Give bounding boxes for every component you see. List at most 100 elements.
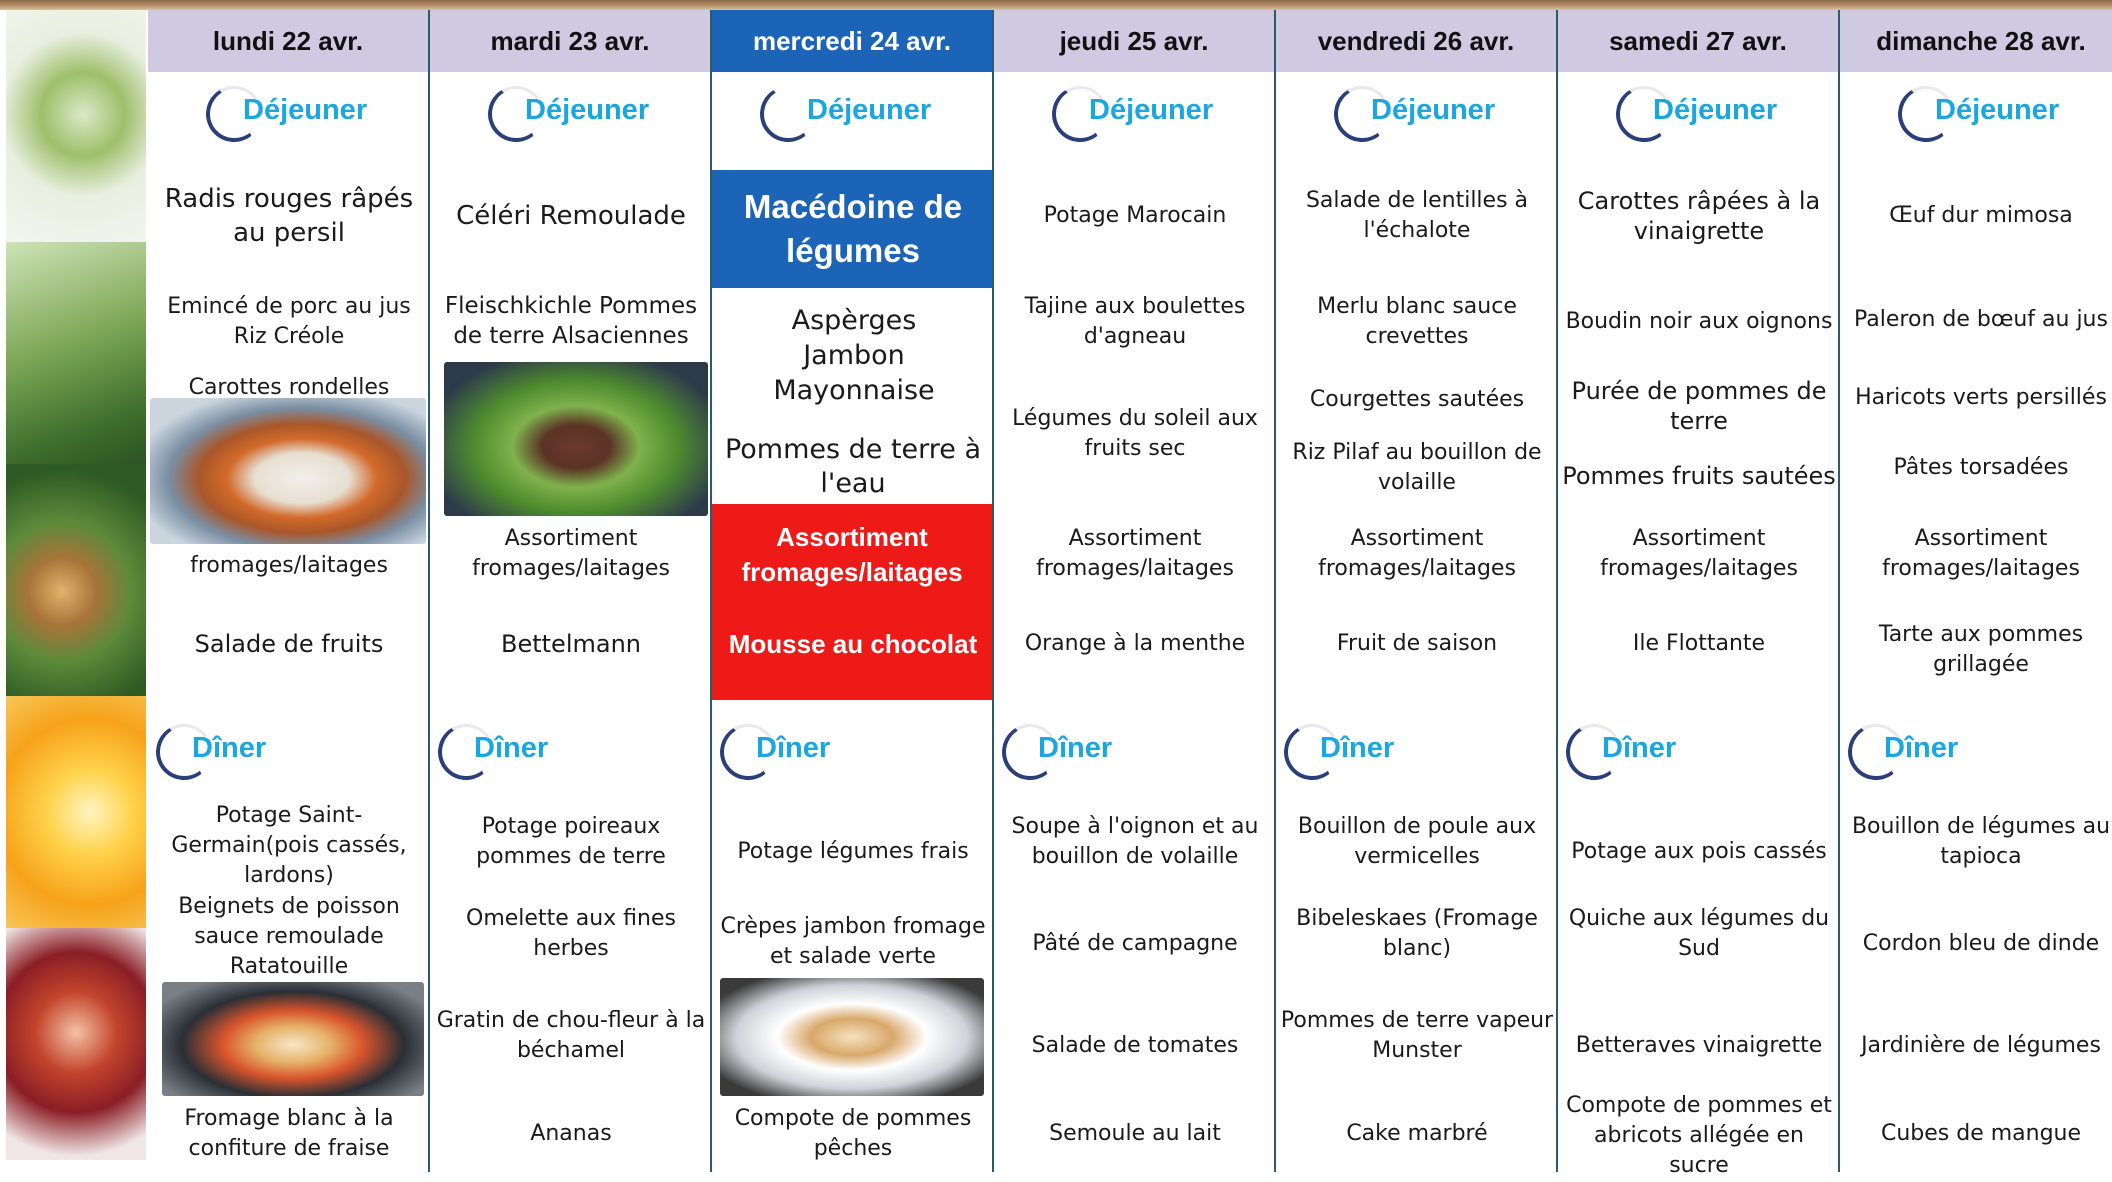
menu-item: Salade de tomates xyxy=(1031,1033,1239,1058)
menu-item: Fruit de saison xyxy=(1336,631,1498,656)
menu-item: Aspèrges Jambon Mayonnaise xyxy=(773,304,935,406)
dinner-heading: Dîner xyxy=(712,718,994,785)
dish-photo xyxy=(162,982,424,1096)
menu-item: fromages/laitages xyxy=(190,553,388,578)
menu-item: Quiche aux légumes du Sud xyxy=(1568,906,1830,961)
day-header: jeudi 25 avr. xyxy=(994,10,1274,72)
dish-photo xyxy=(720,978,984,1096)
menu-item: Gratin de chou-fleur à la béchamel xyxy=(436,1008,706,1063)
menu-item: Pommes de terre à l'eau xyxy=(724,434,982,499)
menu-item: Bouillon de légumes au tapioca xyxy=(1851,814,2111,869)
day-header: samedi 27 avr. xyxy=(1558,10,1838,72)
dinner-label: Dîner xyxy=(756,732,831,764)
menu-item: Ananas xyxy=(530,1121,612,1146)
menu-item: Omelette aux fines herbes xyxy=(466,906,676,961)
day-column-wednesday: mercredi 24 avr. Déjeuner Macédoine de l… xyxy=(712,10,994,1172)
menu-item: Cubes de mangue xyxy=(1880,1121,2082,1146)
salad-photo xyxy=(6,10,146,242)
menu-item: Assortiment fromages/laitages xyxy=(1318,526,1516,581)
day-header: mardi 23 avr. xyxy=(430,10,710,72)
lunch-label: Déjeuner xyxy=(807,94,932,126)
lunch-heading: Déjeuner xyxy=(994,80,1276,147)
menu-item: Assortiment fromages/laitages xyxy=(1600,526,1798,581)
menu-item: Carottes râpées à la vinaigrette xyxy=(1577,187,1821,245)
dinner-heading: Dîner xyxy=(148,718,430,785)
menu-item: Bouillon de poule aux vermicelles xyxy=(1297,814,1537,869)
menu-item: Salade de lentilles à l'échalote xyxy=(1305,188,1529,243)
menu-item: Bettelmann xyxy=(501,630,641,658)
dish-photo xyxy=(150,398,426,544)
menu-item: Assortiment fromages/laitages xyxy=(1036,526,1234,581)
menu-item: Fleischkichle Pommes de terre Alsacienne… xyxy=(444,293,698,349)
menu-item: Tarte aux pommes grillagée xyxy=(1878,622,2084,677)
lettuce-photo xyxy=(6,242,146,464)
menu-item: Betteraves vinaigrette xyxy=(1575,1033,1823,1058)
menu-item: Cake marbré xyxy=(1346,1121,1488,1146)
menu-item: Cordon bleu de dinde xyxy=(1862,931,2100,956)
menu-item: Radis rouges râpés au persil xyxy=(164,184,414,248)
dinner-heading: Dîner xyxy=(1840,718,2112,785)
menu-item: Purée de pommes de terre xyxy=(1571,377,1827,435)
menu-item: Assortiment fromages/laitages xyxy=(741,522,963,587)
dinner-label: Dîner xyxy=(192,732,267,764)
menu-item: Potage Saint-Germain(pois cassés, lardon… xyxy=(171,803,407,888)
lunch-heading: Déjeuner xyxy=(1558,80,1840,147)
menu-item: Pommes de terre vapeur Munster xyxy=(1280,1008,1554,1063)
day-column-saturday: samedi 27 avr. Déjeuner Carottes râpées … xyxy=(1558,10,1840,1178)
dinner-label: Dîner xyxy=(1320,732,1395,764)
dinner-label: Dîner xyxy=(474,732,549,764)
menu-item: Beignets de poisson sauce remoulade Rata… xyxy=(178,894,400,979)
menu-item: Bibeleskaes (Fromage blanc) xyxy=(1296,906,1538,961)
menu-item: Merlu blanc sauce crevettes xyxy=(1317,294,1517,349)
lunch-label: Déjeuner xyxy=(243,94,368,126)
food-photo-strip xyxy=(6,10,146,1160)
menu-item: Ile Flottante xyxy=(1632,631,1766,656)
lunch-heading: Déjeuner xyxy=(712,80,994,147)
menu-item: Pâté de campagne xyxy=(1032,931,1238,956)
menu-item: Compote de pommes et abricots allégée en… xyxy=(1566,1093,1832,1178)
lunch-label: Déjeuner xyxy=(1653,94,1778,126)
menu-item: Macédoine de légumes xyxy=(743,188,963,269)
dinner-label: Dîner xyxy=(1038,732,1113,764)
fried-dish-photo xyxy=(6,464,146,696)
weekly-menu-grid: lundi 22 avr. Déjeuner Radis rouges râpé… xyxy=(148,10,2112,1178)
menu-item: Assortiment fromages/laitages xyxy=(472,526,670,581)
lunch-label: Déjeuner xyxy=(1371,94,1496,126)
dish-photo xyxy=(444,362,708,516)
day-column-tuesday: mardi 23 avr. Déjeuner Céléri Remoulade … xyxy=(430,10,712,1172)
menu-item: Pommes fruits sautées xyxy=(1562,462,1836,490)
lunch-label: Déjeuner xyxy=(1089,94,1214,126)
dessert-photo xyxy=(6,928,146,1160)
dinner-label: Dîner xyxy=(1884,732,1959,764)
dinner-heading: Dîner xyxy=(1558,718,1840,785)
menu-item: Tajine aux boulettes d'agneau xyxy=(1024,294,1246,349)
dinner-heading: Dîner xyxy=(994,718,1276,785)
day-column-monday: lundi 22 avr. Déjeuner Radis rouges râpé… xyxy=(148,10,430,1172)
dinner-heading: Dîner xyxy=(430,718,712,785)
day-header: vendredi 26 avr. xyxy=(1276,10,1556,72)
lunch-heading: Déjeuner xyxy=(1276,80,1558,147)
top-wood-border xyxy=(0,0,2112,10)
lunch-label: Déjeuner xyxy=(1935,94,2060,126)
lunch-heading: Déjeuner xyxy=(430,80,712,147)
menu-item: Riz Pilaf au bouillon de volaille xyxy=(1292,440,1542,495)
menu-item: Potage aux pois cassés xyxy=(1571,839,1827,864)
menu-item: Compote de pommes pêches xyxy=(734,1106,972,1161)
menu-item: Orange à la menthe xyxy=(1024,631,1246,656)
lunch-heading: Déjeuner xyxy=(1840,80,2112,147)
menu-item: Boudin noir aux oignons xyxy=(1565,309,1833,334)
menu-item: Emincé de porc au jus Riz Créole xyxy=(167,294,411,349)
citrus-photo xyxy=(6,696,146,928)
menu-item: Assortiment fromages/laitages xyxy=(1882,526,2080,581)
day-column-friday: vendredi 26 avr. Déjeuner Salade de lent… xyxy=(1276,10,1558,1172)
menu-item: Œuf dur mimosa xyxy=(1889,203,2073,228)
day-column-sunday: dimanche 28 avr. Déjeuner Œuf dur mimosa… xyxy=(1840,10,2112,1172)
day-header: dimanche 28 avr. xyxy=(1840,10,2112,72)
menu-item: Jardinière de légumes xyxy=(1861,1033,2101,1058)
day-header: lundi 22 avr. xyxy=(148,10,428,72)
menu-item: Potage légumes frais xyxy=(737,839,969,864)
menu-item: Semoule au lait xyxy=(1049,1121,1221,1146)
menu-item: Courgettes sautées xyxy=(1309,387,1525,412)
menu-item: Fromage blanc à la confiture de fraise xyxy=(184,1106,394,1161)
dinner-label: Dîner xyxy=(1602,732,1677,764)
